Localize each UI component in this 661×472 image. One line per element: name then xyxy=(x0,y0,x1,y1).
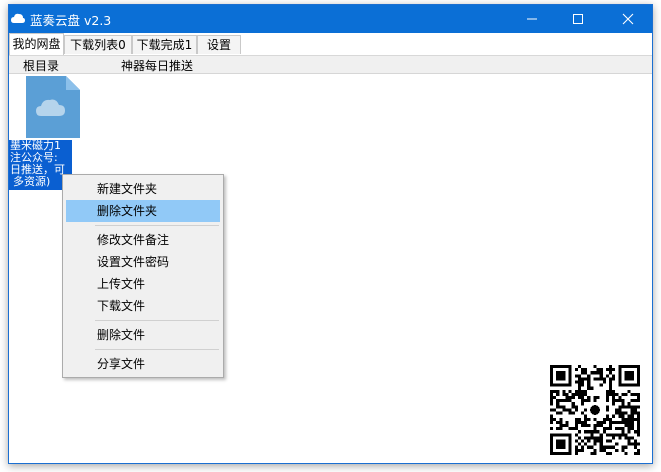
cloud-app-icon xyxy=(11,13,25,23)
maximize-button[interactable] xyxy=(555,5,601,33)
breadcrumb-folder[interactable]: 神器每日推送 xyxy=(121,57,193,74)
menu-separator xyxy=(95,320,219,321)
cloud-folder-icon xyxy=(26,76,80,138)
menu-download-file[interactable]: 下载文件 xyxy=(66,295,220,317)
menu-upload-file[interactable]: 上传文件 xyxy=(66,273,220,295)
menu-set-file-password[interactable]: 设置文件密码 xyxy=(66,251,220,273)
tab-my-disk[interactable]: 我的网盘 xyxy=(9,33,64,55)
menu-delete-folder[interactable]: 删除文件夹 xyxy=(66,200,220,222)
close-button[interactable] xyxy=(605,5,651,33)
title-bar[interactable]: 蓝奏云盘 v2.3 xyxy=(9,5,652,33)
tab-download-list[interactable]: 下载列表0 xyxy=(64,35,132,54)
qr-code-icon xyxy=(550,365,640,455)
app-window: 蓝奏云盘 v2.3 我的网盘 下载列表0 下载完成1 设置 根目录 神器每日推送 xyxy=(8,4,653,464)
menu-share-file[interactable]: 分享文件 xyxy=(66,353,220,375)
menu-new-folder[interactable]: 新建文件夹 xyxy=(66,178,220,200)
path-bar: 根目录 神器每日推送 xyxy=(9,56,652,74)
maximize-icon xyxy=(573,14,583,24)
close-icon xyxy=(622,13,634,25)
breadcrumb-root[interactable]: 根目录 xyxy=(23,57,59,74)
menu-delete-file[interactable]: 删除文件 xyxy=(66,324,220,346)
tab-settings[interactable]: 设置 xyxy=(197,35,241,54)
minimize-button[interactable] xyxy=(509,5,555,33)
minimize-icon xyxy=(527,18,537,20)
menu-separator xyxy=(95,225,219,226)
tab-bar: 我的网盘 下载列表0 下载完成1 设置 xyxy=(9,33,652,55)
file-item[interactable]: 墨米磁力1 注公众号: 日推送，可 多资源) xyxy=(9,76,80,190)
tab-download-complete[interactable]: 下载完成1 xyxy=(132,35,197,54)
menu-separator xyxy=(95,349,219,350)
menu-edit-file-note[interactable]: 修改文件备注 xyxy=(66,229,220,251)
window-title: 蓝奏云盘 v2.3 xyxy=(30,13,112,28)
context-menu: 新建文件夹 删除文件夹 修改文件备注 设置文件密码 上传文件 下载文件 删除文件… xyxy=(62,174,224,378)
